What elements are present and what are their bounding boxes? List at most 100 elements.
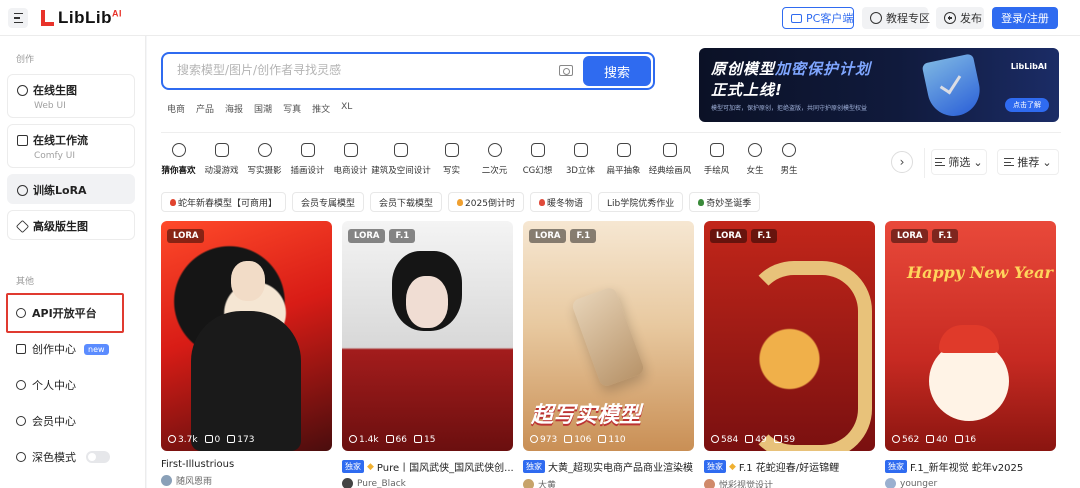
- thumbnail-overlay-text: Happy New Year: [907, 263, 1053, 282]
- model-thumbnail[interactable]: LORA F.1 1.4k 66 15: [342, 221, 513, 451]
- sidebar-item-webui[interactable]: 在线生图 Web UI: [7, 74, 135, 118]
- category-item[interactable]: 二次元: [473, 143, 516, 176]
- hot-tag[interactable]: 国潮: [254, 102, 272, 115]
- divider: [161, 132, 1061, 133]
- topic-chip[interactable]: Lib学院优秀作业: [597, 192, 684, 212]
- hot-tag[interactable]: 电商: [167, 102, 185, 115]
- image-icon: [954, 435, 963, 443]
- liblib-logo[interactable]: LibLibAI: [40, 8, 122, 28]
- search-input[interactable]: [177, 63, 537, 77]
- model-title[interactable]: 独家 F.1_新年视觉 蛇年v2025: [885, 459, 1056, 474]
- model-thumbnail[interactable]: LORA F.1 584 49 59: [704, 221, 875, 451]
- sidebar-item-advanced-gen[interactable]: 高级版生图: [7, 210, 135, 240]
- hot-tag[interactable]: 海报: [225, 102, 243, 115]
- sidebar-item-train-lora[interactable]: 训练LoRA: [7, 174, 135, 204]
- sidebar-item-creator[interactable]: 创作中心 new: [16, 341, 109, 357]
- banner-logo: LibLibAI: [1010, 62, 1047, 71]
- category-item[interactable]: 女生: [738, 143, 772, 176]
- category-item[interactable]: CG幻想: [516, 143, 559, 176]
- camera-icon[interactable]: [559, 65, 573, 76]
- model-author[interactable]: 随风恩雨: [161, 474, 332, 487]
- model-title[interactable]: 独家 ◆ Pure丨国风武侠_国风武侠创...: [342, 459, 513, 474]
- model-card[interactable]: LORA F.1 超写实模型 973 106 110 独家 大黄_超现实电商产品商…: [523, 221, 694, 488]
- model-author[interactable]: 悦彩视觉设计: [704, 478, 875, 488]
- shapes-icon: [487, 143, 502, 157]
- category-item[interactable]: 猜你喜欢: [157, 143, 200, 176]
- model-thumbnail[interactable]: LORA 3.7k 0 173: [161, 221, 332, 451]
- building-icon: [394, 143, 408, 157]
- model-stats: 973 106 110: [530, 435, 626, 445]
- banner-title-b: 加密保护计划: [775, 60, 872, 78]
- hot-tag[interactable]: 推文: [312, 102, 330, 115]
- model-title[interactable]: 独家 ◆ F.1 花蛇迎春/好运锦鲤: [704, 459, 875, 474]
- menu-icon[interactable]: [8, 8, 28, 28]
- crown-icon: ◆: [367, 461, 374, 472]
- category-item[interactable]: 建筑及空间设计: [371, 143, 431, 176]
- category-item[interactable]: 男生: [772, 143, 806, 176]
- category-item[interactable]: 手绘风: [695, 143, 738, 176]
- login-register-button[interactable]: 登录/注册: [992, 7, 1058, 29]
- hot-tag[interactable]: 写真: [283, 102, 301, 115]
- category-item[interactable]: 写实: [430, 143, 473, 176]
- dark-mode-toggle[interactable]: [86, 451, 110, 463]
- play-icon: [892, 435, 900, 443]
- model-author[interactable]: Pure_Black: [342, 478, 513, 488]
- sidebar-item-dark-mode[interactable]: 深色模式: [16, 449, 110, 465]
- model-card[interactable]: LORA F.1 584 49 59 独家 ◆ F.1 花蛇迎春/好运锦鲤 悦彩视觉…: [704, 221, 875, 488]
- model-title[interactable]: First-Illustrious: [161, 459, 332, 470]
- filter-button[interactable]: 筛选 ⌄: [931, 149, 987, 175]
- search-button[interactable]: 搜索: [583, 56, 651, 86]
- image-icon: [598, 435, 607, 443]
- bag-icon: [343, 143, 358, 157]
- chevron-down-icon: ⌄: [1042, 155, 1052, 169]
- main-content: 搜索 电商 产品 海报 国潮 写真 推文 XL 原创模型加密保护计划 正式上线!…: [147, 36, 1080, 488]
- f1-tag: F.1: [751, 229, 778, 243]
- sidebar-item-member[interactable]: 会员中心: [16, 413, 76, 429]
- model-author[interactable]: younger: [885, 478, 1056, 488]
- model-thumbnail[interactable]: LORA F.1 超写实模型 973 106 110: [523, 221, 694, 451]
- topic-chip[interactable]: 蛇年新春模型【可商用】: [161, 192, 287, 212]
- tutorials-button[interactable]: 教程专区: [862, 7, 930, 29]
- f1-tag: F.1: [570, 229, 597, 243]
- hot-tag[interactable]: 产品: [196, 102, 214, 115]
- download-icon: [564, 435, 573, 443]
- category-item[interactable]: 3D立体: [559, 143, 602, 176]
- topic-chip[interactable]: 奇妙圣诞季: [689, 192, 761, 212]
- category-item[interactable]: 电商设计: [329, 143, 372, 176]
- promo-banner[interactable]: 原创模型加密保护计划 正式上线! 模型可加密，保护原创，拒绝盗版，共同守护原创模…: [699, 48, 1059, 122]
- palette-icon: [870, 12, 882, 24]
- topic-chip[interactable]: 2025倒计时: [448, 192, 524, 212]
- model-stats: 3.7k 0 173: [168, 435, 254, 445]
- publish-button[interactable]: 发布: [936, 7, 984, 29]
- topic-chip[interactable]: 会员下载模型: [370, 192, 443, 212]
- model-card[interactable]: LORA F.1 1.4k 66 15 独家 ◆ Pure丨国风武侠_国风武侠创..…: [342, 221, 513, 488]
- category-item[interactable]: 经典绘画风: [645, 143, 695, 176]
- crown-icon: ◆: [729, 461, 736, 472]
- sort-button[interactable]: 推荐 ⌄: [997, 149, 1059, 175]
- category-item[interactable]: 插画设计: [286, 143, 329, 176]
- shield-icon: [921, 53, 985, 121]
- model-title[interactable]: 独家 大黄_超现实电商产品商业渲染模...: [523, 459, 694, 474]
- sidebar-item-api[interactable]: API开放平台: [16, 305, 97, 321]
- model-card[interactable]: LORA 3.7k 0 173 First-Illustrious 随风恩雨: [161, 221, 332, 488]
- pen-icon: [444, 143, 459, 157]
- sidebar-item-sub: Web UI: [34, 101, 66, 111]
- top-bar: LibLibAI PC客户端 教程专区 发布 登录/注册: [0, 0, 1080, 36]
- topic-chip[interactable]: 会员专属模型: [292, 192, 365, 212]
- section-label-other: 其他: [16, 277, 35, 287]
- category-item[interactable]: 动漫游戏: [200, 143, 243, 176]
- model-card[interactable]: LORA F.1 Happy New Year 562 40 16 独家 F.1_…: [885, 221, 1056, 488]
- topic-chip[interactable]: 暖冬物语: [529, 192, 592, 212]
- hot-tag[interactable]: XL: [341, 102, 352, 115]
- pc-client-button[interactable]: PC客户端: [782, 7, 854, 29]
- sidebar-item-personal[interactable]: 个人中心: [16, 377, 76, 393]
- download-icon: [204, 435, 213, 443]
- category-next-button[interactable]: ›: [891, 151, 913, 173]
- category-item[interactable]: 扁平抽象: [602, 143, 645, 176]
- snake-icon: [170, 198, 176, 206]
- sidebar-item-comfyui[interactable]: 在线工作流 Comfy UI: [7, 124, 135, 168]
- category-item[interactable]: 写实摄影: [243, 143, 286, 176]
- model-thumbnail[interactable]: LORA F.1 Happy New Year 562 40 16: [885, 221, 1056, 451]
- model-author[interactable]: 大黄: [523, 478, 694, 488]
- banner-learn-more-button[interactable]: 点击了解: [1005, 98, 1049, 112]
